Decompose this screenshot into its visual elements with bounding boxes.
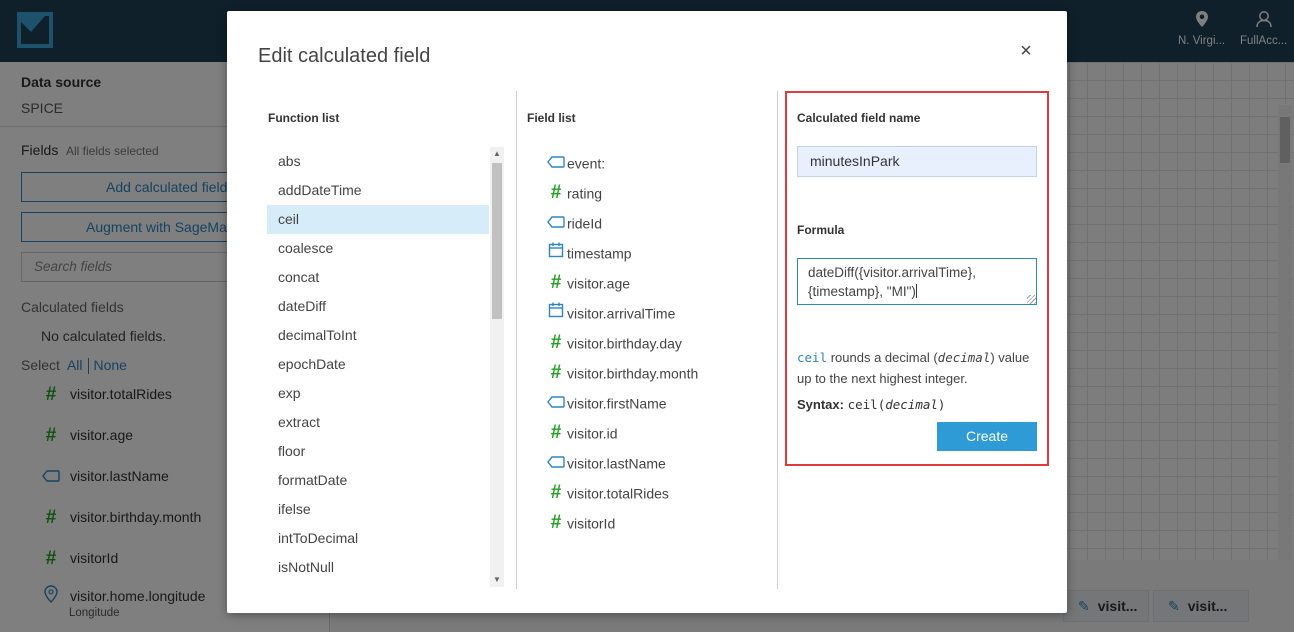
formula-line: {timestamp}, "MI") xyxy=(808,284,916,299)
function-item[interactable]: floor xyxy=(267,437,489,466)
field-item-label: rating xyxy=(567,185,603,202)
function-item[interactable]: formatDate xyxy=(267,466,489,495)
field-item[interactable]: # visitor.age xyxy=(545,267,775,297)
function-item[interactable]: ifelse xyxy=(267,495,489,524)
description-arg: decimal xyxy=(937,350,991,365)
field-item[interactable]: # visitor.id xyxy=(545,417,775,447)
field-item-label: visitor.age xyxy=(567,275,631,292)
field-item-label: visitor.lastName xyxy=(567,455,666,472)
field-item-label: timestamp xyxy=(567,245,632,262)
number-icon: # xyxy=(550,272,562,294)
field-item-label: rideId xyxy=(567,215,603,232)
calculated-field-name-label: Calculated field name xyxy=(797,111,921,125)
formula-editor[interactable]: dateDiff({visitor.arrivalTime}, {timesta… xyxy=(797,258,1037,305)
function-item[interactable]: dateDiff xyxy=(267,292,489,321)
scroll-up-icon[interactable]: ▲ xyxy=(490,147,504,161)
field-item-label: event: xyxy=(567,155,606,172)
function-list-header: Function list xyxy=(268,111,340,125)
function-item[interactable]: concat xyxy=(267,263,489,292)
number-icon: # xyxy=(550,482,562,504)
field-item[interactable]: # visitorId xyxy=(545,507,775,537)
syntax-arg: decimal xyxy=(885,397,938,412)
field-item[interactable]: visitor.firstName xyxy=(545,387,775,417)
field-item-label: visitor.birthday.day xyxy=(567,335,682,352)
field-item[interactable]: # visitor.totalRides xyxy=(545,477,775,507)
string-tag-icon xyxy=(545,448,567,478)
field-item-label: visitor.arrivalTime xyxy=(567,305,676,322)
field-item-label: visitor.birthday.month xyxy=(567,365,699,382)
number-icon: # xyxy=(550,332,562,354)
field-item-label: visitor.totalRides xyxy=(567,485,669,502)
dialog-title: Edit calculated field xyxy=(258,45,431,67)
scroll-down-icon[interactable]: ▼ xyxy=(490,573,504,587)
function-item[interactable]: addDateTime xyxy=(267,176,489,205)
string-tag-icon xyxy=(545,208,567,238)
field-item[interactable]: rideId xyxy=(545,207,775,237)
close-icon[interactable]: × xyxy=(1015,40,1037,62)
function-list-scrollbar[interactable]: ▲ ▼ xyxy=(490,147,504,587)
function-item[interactable]: abs xyxy=(267,147,489,176)
function-item[interactable]: decimalToInt xyxy=(267,321,489,350)
function-item-selected[interactable]: ceil xyxy=(267,205,489,234)
field-item[interactable]: # visitor.birthday.month xyxy=(545,357,775,387)
field-item-label: visitor.firstName xyxy=(567,395,667,412)
calendar-icon xyxy=(545,298,567,328)
syntax-fn: ceil( xyxy=(847,397,886,412)
formula-line: dateDiff({visitor.arrivalTime}, xyxy=(808,265,977,280)
number-icon: # xyxy=(550,182,562,204)
function-name-link[interactable]: ceil xyxy=(797,350,827,365)
field-item[interactable]: event: xyxy=(545,147,775,177)
syntax-label: Syntax: xyxy=(797,397,844,412)
field-list-header: Field list xyxy=(527,111,576,125)
field-item-label: visitor.id xyxy=(567,425,618,442)
field-item[interactable]: # visitor.birthday.day xyxy=(545,327,775,357)
column-divider xyxy=(777,91,778,589)
string-tag-icon xyxy=(545,388,567,418)
function-item[interactable]: epochDate xyxy=(267,350,489,379)
syntax-line: Syntax: ceil(decimal) xyxy=(797,397,945,412)
field-item[interactable]: visitor.lastName xyxy=(545,447,775,477)
number-icon: # xyxy=(550,362,562,384)
description-text: rounds a decimal ( xyxy=(827,350,938,365)
field-item[interactable]: timestamp xyxy=(545,237,775,267)
function-list[interactable]: abs addDateTime ceil coalesce concat dat… xyxy=(267,147,489,587)
function-item[interactable]: intToDecimal xyxy=(267,524,489,553)
column-divider xyxy=(516,91,517,589)
function-list-scroll-thumb[interactable] xyxy=(492,163,502,319)
function-item[interactable]: coalesce xyxy=(267,234,489,263)
function-item[interactable]: extract xyxy=(267,408,489,437)
edit-calculated-field-dialog: Edit calculated field × Function list ab… xyxy=(227,11,1067,613)
calendar-icon xyxy=(545,238,567,268)
formula-label: Formula xyxy=(797,223,845,237)
resize-grip-icon[interactable] xyxy=(1027,295,1036,304)
field-item[interactable]: visitor.arrivalTime xyxy=(545,297,775,327)
string-tag-icon xyxy=(545,148,567,178)
field-list[interactable]: event: # rating rideId timestamp # visitor… xyxy=(545,147,775,537)
function-item[interactable]: exp xyxy=(267,379,489,408)
create-button[interactable]: Create xyxy=(937,422,1037,451)
number-icon: # xyxy=(550,512,562,534)
function-description: ceil rounds a decimal (decimal) value up… xyxy=(797,347,1037,389)
field-item[interactable]: # rating xyxy=(545,177,775,207)
calculated-field-name-input[interactable]: minutesInPark xyxy=(797,146,1037,177)
field-item-label: visitorId xyxy=(567,515,616,532)
text-cursor xyxy=(915,284,917,298)
function-item[interactable]: isNotNull xyxy=(267,553,489,582)
number-icon: # xyxy=(550,422,562,444)
syntax-close: ) xyxy=(937,397,946,412)
